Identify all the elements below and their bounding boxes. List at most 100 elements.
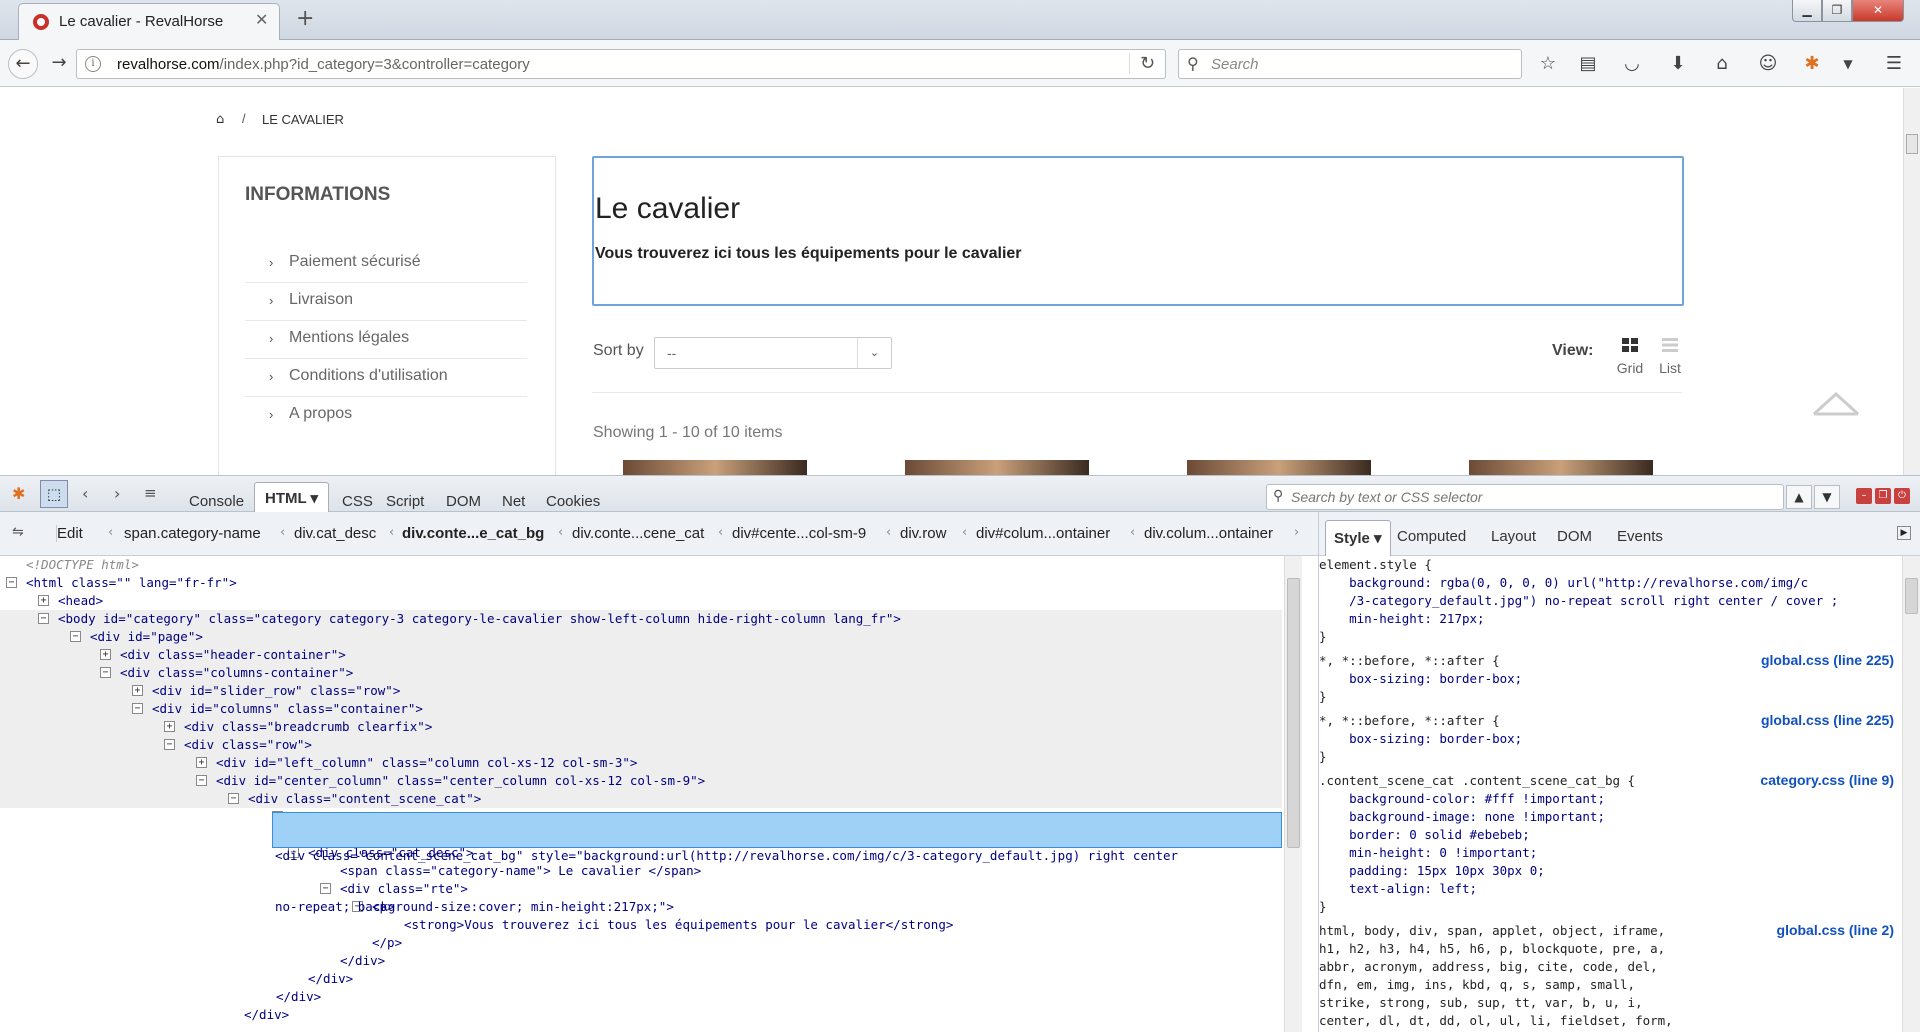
crumb-item[interactable]: div#colum...ontainer — [976, 525, 1110, 542]
minimize-panel-icon[interactable]: – — [1856, 488, 1872, 504]
back-button[interactable]: ← — [8, 49, 38, 79]
tab-css[interactable]: CSS — [342, 493, 373, 510]
new-tab-button[interactable]: + — [296, 6, 314, 31]
tree-line[interactable]: </div> — [0, 1006, 1282, 1024]
product-thumbnail[interactable] — [1469, 460, 1653, 475]
tree-line[interactable]: − <div id="page"> — [0, 628, 1282, 646]
tab-net[interactable]: Net — [502, 493, 525, 510]
info-link-about[interactable]: › A propos — [245, 397, 527, 435]
collapse-icon[interactable]: − — [228, 793, 239, 804]
css-declaration[interactable]: box-sizing: border-box; — [1319, 730, 1522, 748]
forward-button[interactable]: → — [44, 49, 74, 79]
selected-tree-node[interactable]: <div class="content_scene_cat_bg" style=… — [272, 812, 1282, 914]
browser-tab[interactable]: Le cavalier - RevalHorse ✕ — [18, 3, 280, 40]
expand-icon[interactable]: + — [196, 757, 207, 768]
tree-line[interactable]: − <div id="columns" class="container"> — [0, 700, 1282, 718]
info-link-delivery[interactable]: › Livraison — [245, 283, 527, 321]
css-declaration[interactable]: padding: 15px 10px 30px 0; — [1319, 862, 1545, 880]
tab-console[interactable]: Console — [189, 493, 244, 510]
home-icon[interactable]: ⌂ — [1712, 54, 1732, 74]
tree-line[interactable]: + <div class="breadcrumb clearfix"> — [0, 718, 1282, 736]
detach-panel-icon[interactable]: ❐ — [1875, 488, 1891, 504]
edit-button[interactable]: Edit — [56, 525, 83, 542]
crumb-item[interactable]: div.cat_desc — [294, 525, 376, 542]
tree-line[interactable]: + <div class="header-container"> — [0, 646, 1282, 664]
hello-icon[interactable]: ☺ — [1758, 54, 1778, 74]
devtools-search-input[interactable]: ⚲ Search by text or CSS selector — [1266, 484, 1784, 510]
crumb-scroll-icon[interactable]: › — [1294, 525, 1299, 540]
collapse-icon[interactable]: − — [196, 775, 207, 786]
maximize-button[interactable]: ❐ — [1822, 0, 1852, 22]
expand-icon[interactable]: + — [164, 721, 175, 732]
inspect-icon[interactable]: ⬚ — [40, 480, 68, 508]
tree-line[interactable]: </p> — [0, 934, 1282, 952]
product-thumbnail[interactable] — [905, 460, 1089, 475]
tab-layout[interactable]: Layout — [1491, 528, 1536, 545]
collapse-icon[interactable]: − — [164, 739, 175, 750]
tab-cookies[interactable]: Cookies — [546, 493, 600, 510]
css-source-link[interactable]: category.css (line 9) — [1760, 772, 1894, 788]
tree-line[interactable]: − <div class="row"> — [0, 736, 1282, 754]
crumb-item[interactable]: div#cente...col-sm-9 — [732, 525, 866, 542]
url-bar[interactable]: i revalhorse.com/index.php?id_category=3… — [76, 49, 1166, 79]
minimize-button[interactable]: ▁ — [1792, 0, 1822, 22]
crumb-item[interactable]: div.conte...cene_cat — [572, 525, 704, 542]
command-line-icon[interactable]: ≡ — [144, 484, 157, 502]
expand-icon[interactable]: + — [132, 685, 143, 696]
info-link-payment[interactable]: › Paiement sécurisé — [245, 245, 527, 283]
sort-select[interactable]: -- ⌄ — [654, 337, 892, 369]
tab-style[interactable]: Style ▾ — [1325, 520, 1391, 556]
firebug-icon[interactable]: ✱ — [1802, 54, 1822, 74]
tree-line[interactable]: + <div id="left_column" class="column col… — [0, 754, 1282, 772]
tab-html[interactable]: HTML ▾ — [254, 482, 330, 513]
search-next-button[interactable]: ▼ — [1814, 485, 1840, 509]
scrollbar-thumb[interactable] — [1905, 578, 1918, 614]
home-icon[interactable]: ⌂ — [216, 112, 224, 127]
css-declaration[interactable]: background-image: none !important; — [1319, 808, 1605, 826]
search-bar[interactable]: ⚲ Search — [1178, 49, 1522, 79]
product-thumbnail[interactable] — [1187, 460, 1371, 475]
collapse-icon[interactable]: − — [38, 613, 49, 624]
tree-line[interactable]: − <html class="" lang="fr-fr"> — [0, 574, 1282, 592]
css-declaration[interactable]: text-align: left; — [1319, 880, 1477, 898]
tree-line[interactable]: + <div id="slider_row" class="row"> — [0, 682, 1282, 700]
css-declaration[interactable]: background: rgba(0, 0, 0, 0) url("http:/… — [1319, 574, 1808, 592]
tab-dom[interactable]: DOM — [446, 493, 481, 510]
scrollbar-thumb[interactable] — [1287, 578, 1300, 848]
css-declaration[interactable]: border: 0 solid #ebebeb; — [1319, 826, 1530, 844]
close-tab-icon[interactable]: ✕ — [255, 10, 268, 29]
tab-computed[interactable]: Computed — [1397, 528, 1466, 545]
more-tabs-icon[interactable]: ▶ — [1897, 526, 1911, 540]
tab-script[interactable]: Script — [386, 493, 424, 510]
css-source-link[interactable]: global.css (line 225) — [1761, 712, 1894, 728]
expand-icon[interactable]: + — [100, 649, 111, 660]
firebug-icon[interactable]: ✱ — [12, 484, 25, 503]
window-close-button[interactable]: ✕ — [1852, 0, 1904, 22]
html-pane-scrollbar[interactable] — [1284, 556, 1302, 1032]
product-thumbnail[interactable] — [623, 460, 807, 475]
css-declaration[interactable]: /3-category_default.jpg") no-repeat scro… — [1319, 592, 1838, 610]
tree-line[interactable]: </div> — [0, 952, 1282, 970]
crumb-item[interactable]: div.row — [900, 525, 946, 542]
info-link-legal[interactable]: › Mentions légales — [245, 321, 527, 359]
crumb-item[interactable]: div.colum...ontainer — [1144, 525, 1273, 542]
search-prev-button[interactable]: ▲ — [1786, 485, 1812, 509]
tab-events[interactable]: Events — [1617, 528, 1663, 545]
css-source-link[interactable]: global.css (line 2) — [1777, 922, 1894, 938]
grid-view-button[interactable]: Grid — [1612, 338, 1648, 376]
downloads-icon[interactable]: ⬇ — [1668, 54, 1688, 74]
bookmarks-list-icon[interactable]: ▤ — [1578, 54, 1598, 74]
css-source-link[interactable]: global.css (line 225) — [1761, 652, 1894, 668]
break-on-mutate-icon[interactable]: ⇋ — [12, 524, 24, 540]
css-declaration[interactable]: background-color: #fff !important; — [1319, 790, 1605, 808]
expand-icon[interactable]: + — [38, 595, 49, 606]
css-declaration[interactable]: box-sizing: border-box; — [1319, 670, 1522, 688]
collapse-icon[interactable]: − — [132, 703, 143, 714]
reload-icon[interactable]: ↻ — [1129, 53, 1155, 74]
css-declaration[interactable]: min-height: 217px; — [1319, 610, 1484, 628]
collapse-icon[interactable]: − — [70, 631, 81, 642]
style-pane-scrollbar[interactable] — [1902, 556, 1920, 1032]
collapse-icon[interactable]: − — [100, 667, 111, 678]
chevron-left-icon[interactable]: ‹ — [82, 484, 88, 503]
close-panel-icon[interactable]: ⏻ — [1894, 488, 1910, 504]
